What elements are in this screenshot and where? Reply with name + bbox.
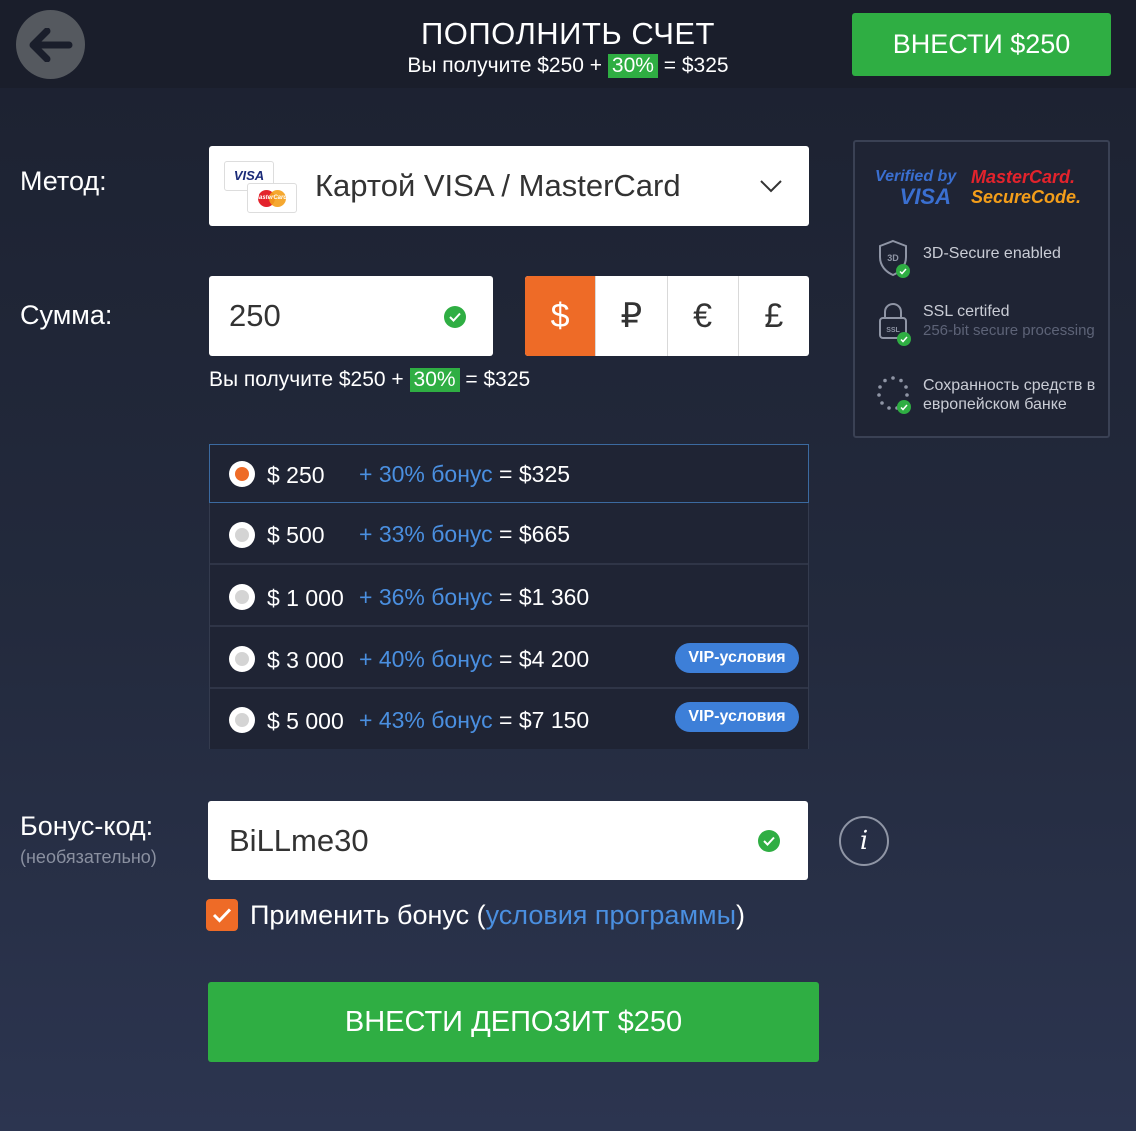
payment-method-value: Картой VISA / MasterCard: [315, 168, 681, 203]
info-icon[interactable]: i: [839, 816, 889, 866]
bonus-option-250[interactable]: $ 250 + 30% бонус = $325: [209, 444, 809, 503]
bonus-code-input[interactable]: BiLLme30: [208, 801, 808, 880]
option-amount: $ 500: [267, 522, 325, 548]
header-percent-badge: 30%: [607, 54, 658, 78]
receive-percent-badge: 30%: [409, 368, 460, 392]
amount-input[interactable]: 250: [209, 276, 493, 356]
shield-text: 3D: [887, 253, 899, 263]
method-label: Метод:: [20, 166, 107, 196]
option-amount: $ 3 000: [267, 647, 344, 673]
payment-method-select[interactable]: VISA MasterCard Картой VISA / MasterCard: [209, 146, 809, 226]
radio-button[interactable]: [229, 461, 255, 487]
apply-bonus-label: Применить бонус (условия программы): [250, 900, 745, 930]
security-item-title: 3D-Secure enabled: [923, 245, 1061, 262]
security-panel: Verified by VISA MasterCard. SecureCode.…: [853, 140, 1110, 438]
option-bonus: + 30% бонус = $325: [359, 461, 571, 487]
deposit-submit-button[interactable]: ВНЕСТИ ДЕПОЗИТ $250: [208, 982, 819, 1062]
option-bonus: + 43% бонус = $7 150: [359, 707, 590, 733]
receive-amount: $250 +: [338, 368, 404, 391]
bonus-option-500[interactable]: $ 500 + 33% бонус = $665: [209, 503, 809, 565]
amount-bonus-summary: Вы получите $250 + 30% = $325: [209, 368, 530, 392]
amount-label: Сумма:: [20, 300, 113, 330]
bonus-option-5000[interactable]: $ 5 000 + 43% бонус = $7 150 VIP-условия: [209, 689, 809, 749]
header-sub-prefix: Вы получите: [407, 54, 532, 77]
currency-eur[interactable]: €: [666, 276, 738, 356]
bonus-code-valid-check-icon: [758, 830, 780, 852]
radio-button[interactable]: [229, 707, 255, 733]
bonus-terms-link[interactable]: условия программы: [486, 900, 736, 930]
header: ПОПОЛНИТЬ СЧЕТ Вы получите $250 + 30% = …: [0, 0, 1136, 88]
bonus-option-3000[interactable]: $ 3 000 + 40% бонус = $4 200 VIP-условия: [209, 627, 809, 689]
option-bonus: + 36% бонус = $1 360: [359, 584, 590, 610]
amount-valid-check-icon: [444, 306, 466, 328]
mastercard-card-text: MasterCard: [254, 195, 288, 201]
bonus-options-list: $ 250 + 30% бонус = $325 $ 500 + 33% бон…: [209, 444, 809, 749]
radio-button[interactable]: [229, 584, 255, 610]
receive-total: = $325: [465, 368, 531, 391]
currency-usd[interactable]: $: [525, 276, 596, 356]
radio-button[interactable]: [229, 646, 255, 672]
check-icon: [896, 264, 910, 278]
option-amount: $ 1 000: [267, 585, 344, 611]
bonus-option-1000[interactable]: $ 1 000 + 36% бонус = $1 360: [209, 565, 809, 627]
check-icon: [897, 332, 911, 346]
security-item-title: SSL certifed 256-bit secure processing: [923, 303, 1095, 339]
mastercard-securecode-logo: MasterCard. SecureCode.: [971, 167, 1082, 207]
option-bonus: + 33% бонус = $665: [359, 521, 571, 547]
chevron-down-icon: [760, 180, 782, 193]
currency-selector: $ ₽ € £: [525, 276, 809, 356]
currency-rub[interactable]: ₽: [595, 276, 666, 356]
header-sub-total: = $325: [663, 54, 729, 77]
header-sub-amount: $250 +: [537, 54, 603, 77]
bonus-code-value: BiLLme30: [229, 823, 369, 858]
check-icon: [897, 400, 911, 414]
checkmark-icon: [212, 908, 232, 923]
verified-by-visa-logo: Verified by VISA: [875, 168, 957, 209]
apply-bonus-checkbox[interactable]: [206, 899, 238, 931]
option-amount: $ 5 000: [267, 708, 344, 734]
option-bonus: + 40% бонус = $4 200: [359, 646, 590, 672]
header-deposit-button[interactable]: ВНЕСТИ $250: [852, 13, 1111, 76]
mastercard-card-icon: MasterCard: [247, 183, 297, 213]
currency-gbp[interactable]: £: [737, 276, 809, 356]
security-item-subtitle: 256-bit secure processing: [923, 322, 1095, 339]
bonus-code-label: Бонус-код:: [20, 811, 154, 841]
vip-badge: VIP-условия: [675, 702, 799, 732]
option-amount: $ 250: [267, 462, 325, 488]
security-item-title: Сохранность средств в европейском банке: [923, 377, 1096, 413]
vip-badge: VIP-условия: [675, 643, 799, 673]
bonus-code-optional-hint: (необязательно): [20, 847, 157, 867]
radio-button[interactable]: [229, 522, 255, 548]
amount-value: 250: [229, 298, 281, 333]
receive-prefix: Вы получите: [209, 368, 334, 391]
